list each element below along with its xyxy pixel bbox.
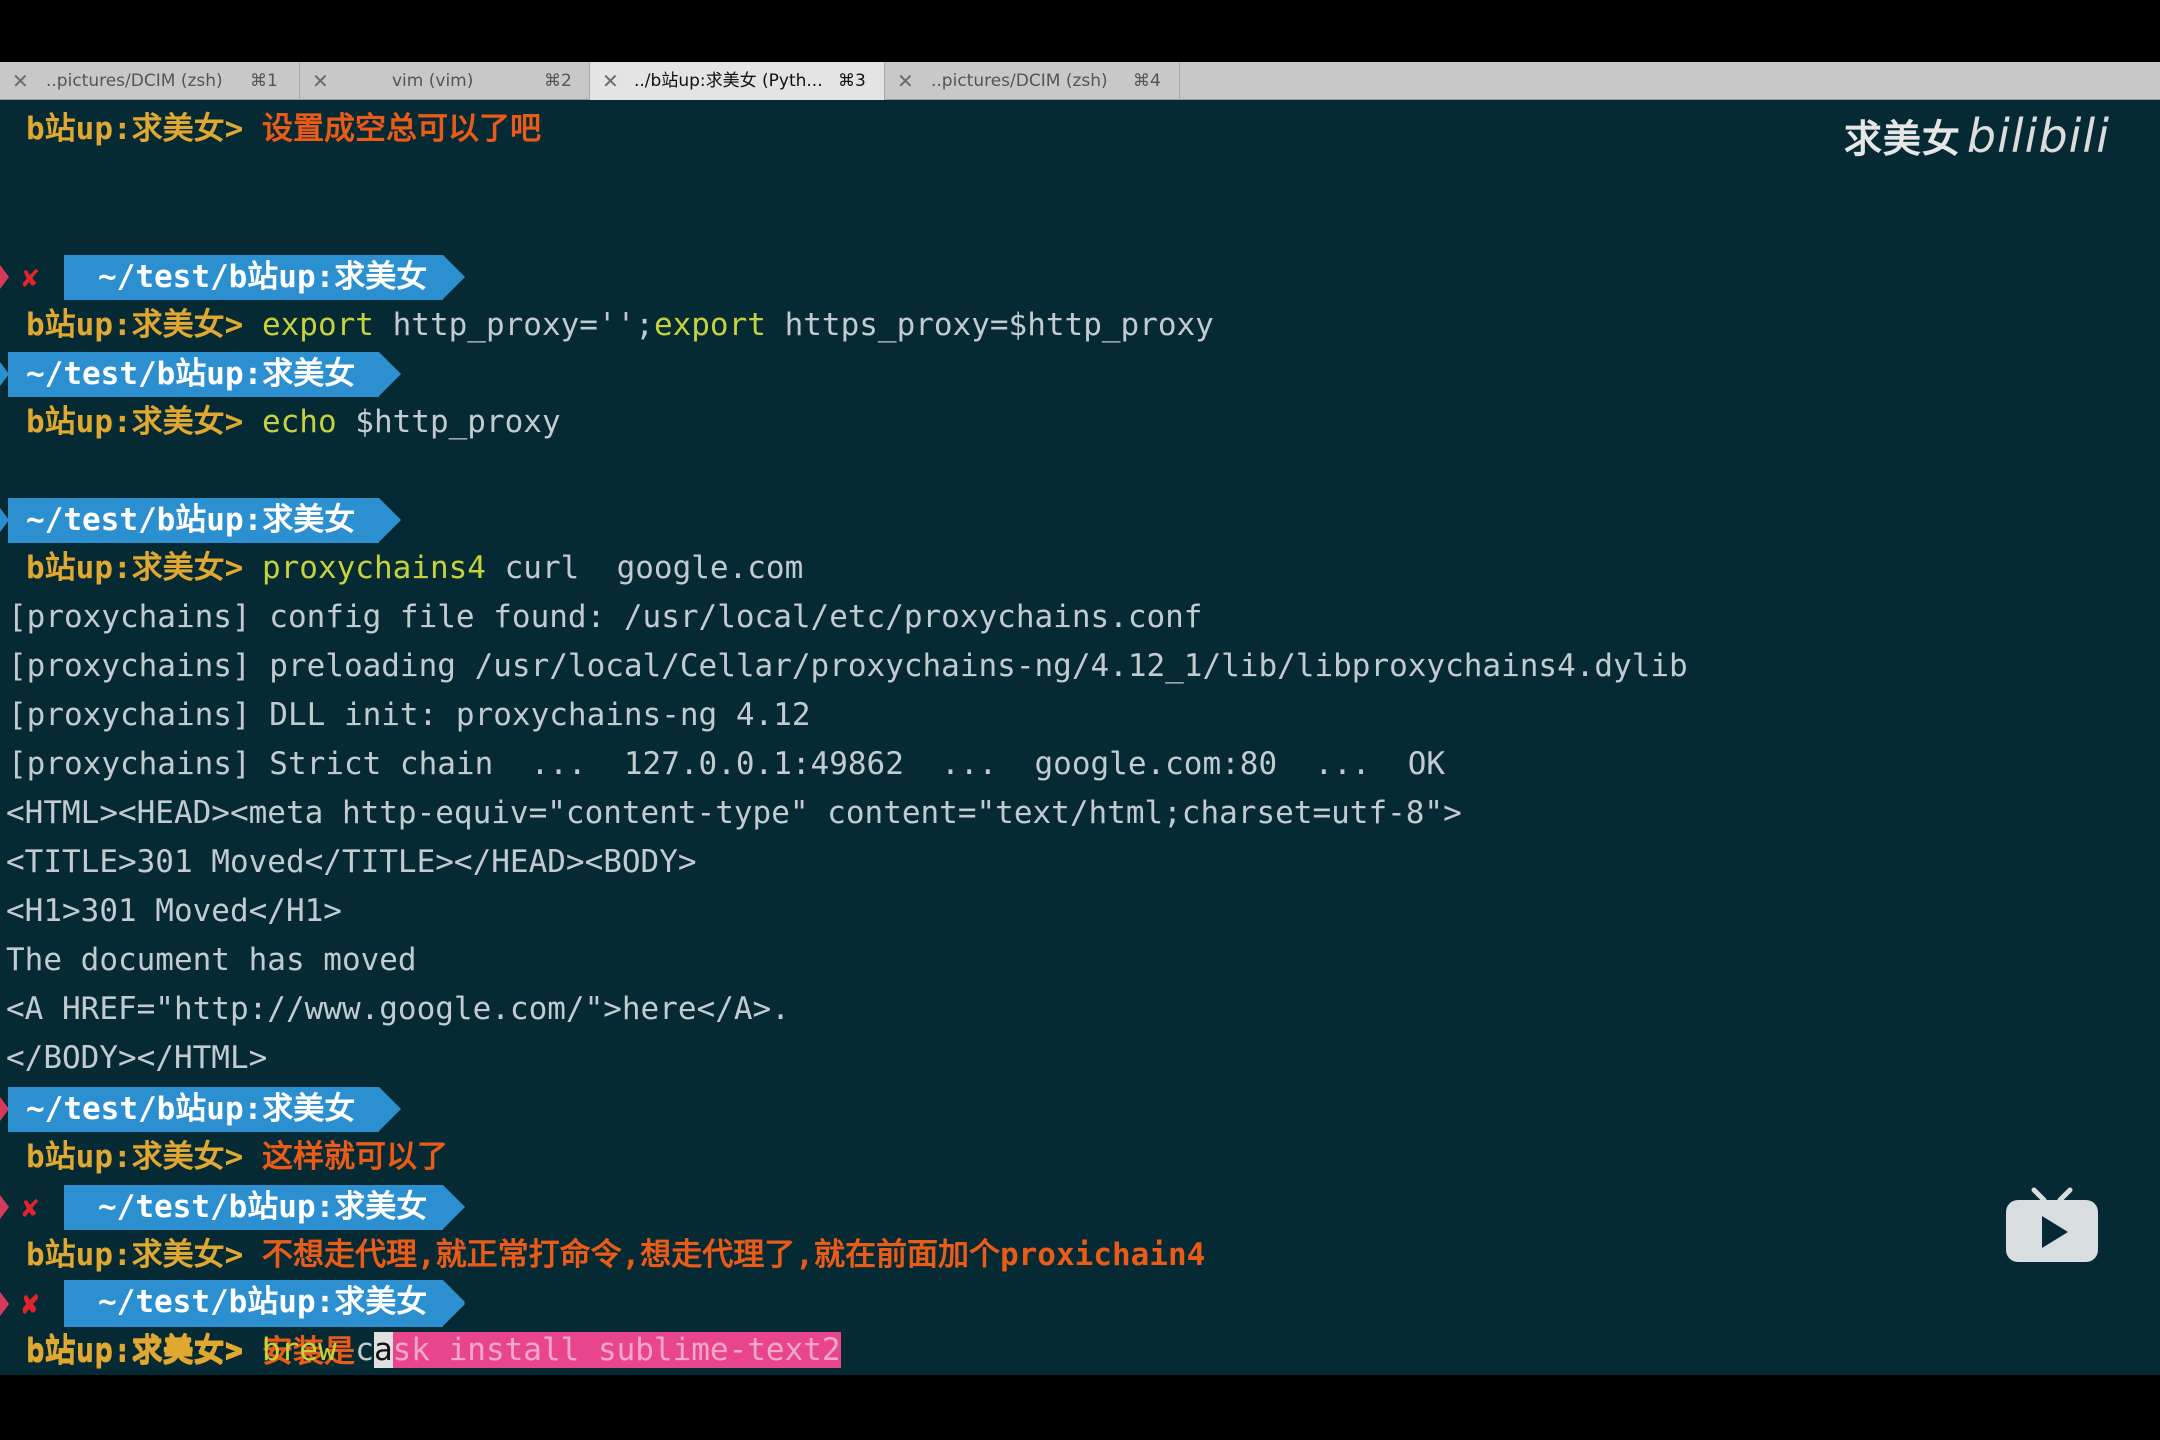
command-text: 设置成空总可以了吧	[261, 111, 541, 147]
close-tab-icon[interactable]: ✕	[12, 62, 29, 100]
command-keyword: proxychains4	[261, 550, 486, 586]
user-prompt: b站up:求美女>	[26, 550, 262, 586]
output-line: </BODY></HTML>	[6, 1040, 268, 1076]
path-segment: ~/test/b站up:求美女	[8, 352, 402, 397]
autosuggestion: sk install sublime-text2	[392, 1332, 841, 1368]
path-segment: ~/test/b站up:求美女	[8, 1087, 402, 1132]
prompt-line-current[interactable]: b站up:求美女> brew cask install sublime-text…	[26, 1326, 2160, 1375]
command-args: $http_proxy	[336, 404, 561, 440]
terminal-output[interactable]: b站up:求美女> 设置成空总可以了吧 ✘ ~/test/b站up:求美女 b站…	[0, 100, 2160, 1375]
command-keyword: export	[261, 307, 374, 343]
tab-3-shortcut: ⌘3	[838, 71, 866, 91]
command-keyword: export	[653, 307, 766, 343]
tab-4-label: ..pictures/DCIM (zsh)	[931, 71, 1108, 91]
watermark-text: 求美女	[1843, 117, 1961, 161]
prompt-line: b站up:求美女> export http_proxy='';export ht…	[26, 301, 2160, 350]
watermark: 求美女 bilibili	[1844, 108, 2110, 163]
close-tab-icon[interactable]: ✕	[897, 62, 914, 100]
path-segment: ~/test/b站up:求美女	[8, 498, 402, 543]
command-args: http_proxy='';	[373, 307, 654, 343]
close-tab-icon[interactable]: ✕	[602, 62, 619, 100]
tab-2-shortcut: ⌘2	[544, 71, 572, 91]
output-line: [proxychains] config file found: /usr/lo…	[8, 599, 1203, 635]
user-prompt: b站up:求美女>	[26, 1139, 262, 1175]
tab-2[interactable]: ✕ vim (vim) ⌘2	[300, 62, 590, 100]
path-segment: ~/test/b站up:求美女	[64, 1185, 466, 1230]
error-icon: ✘	[22, 1286, 39, 1319]
tab-1-shortcut: ⌘1	[250, 71, 278, 91]
tab-bar: ✕ ..pictures/DCIM (zsh) ⌘1 ✕ vim (vim) ⌘…	[0, 62, 2160, 100]
output-line: [proxychains] DLL init: proxychains-ng 4…	[8, 697, 811, 733]
user-prompt: b站up:求美女>	[26, 1237, 262, 1273]
bilibili-logo: bilibili	[1966, 109, 2110, 163]
output-line: [proxychains] preloading /usr/local/Cell…	[8, 648, 1688, 684]
prompt-marker	[0, 265, 9, 289]
output-line: The document has moved	[6, 942, 417, 978]
tab-2-label: vim (vim)	[392, 71, 474, 91]
tab-4-shortcut: ⌘4	[1133, 71, 1161, 91]
command-args: c	[336, 1332, 374, 1368]
text-cursor: a	[373, 1332, 393, 1368]
close-tab-icon[interactable]: ✕	[312, 62, 329, 100]
output-line: <A HREF="http://www.google.com/">here</A…	[6, 991, 790, 1027]
prompt-line: b站up:求美女> 设置成空总可以了吧	[26, 105, 2160, 154]
error-icon: ✘	[22, 261, 39, 294]
command-text: 这样就可以了	[261, 1139, 448, 1175]
prompt-line: b站up:求美女> echo $http_proxy	[26, 398, 2160, 447]
command-keyword: brew	[261, 1332, 337, 1368]
tab-1[interactable]: ✕ ..pictures/DCIM (zsh) ⌘1	[0, 62, 300, 100]
output-line: <TITLE>301 Moved</TITLE></HEAD><BODY>	[6, 844, 697, 880]
output-line: <HTML><HEAD><meta http-equiv="content-ty…	[6, 795, 1462, 831]
prompt-line: b站up:求美女> 这样就可以了	[26, 1133, 2160, 1182]
error-icon: ✘	[22, 1191, 39, 1224]
bilibili-tv-icon[interactable]	[2004, 1186, 2100, 1268]
output-line: <H1>301 Moved</H1>	[6, 893, 342, 929]
prompt-marker	[0, 1292, 9, 1316]
command-args: curl google.com	[485, 550, 804, 586]
user-prompt: b站up:求美女>	[26, 1332, 262, 1368]
user-prompt: b站up:求美女>	[26, 404, 262, 440]
tab-3-label: ../b站up:求美女 (Pyth...	[634, 71, 823, 91]
command-args: https_proxy=$http_proxy	[765, 307, 1214, 343]
user-prompt: b站up:求美女>	[26, 111, 262, 147]
prompt-line: b站up:求美女> 不想走代理,就正常打命令,想走代理了,就在前面加个proxi…	[26, 1231, 2160, 1280]
path-segment: ~/test/b站up:求美女	[64, 255, 466, 300]
command-text: 不想走代理,就正常打命令,想走代理了,就在前面加个proxichain4	[261, 1237, 1206, 1273]
video-bottom-bar	[0, 1375, 2160, 1440]
prompt-marker	[0, 1195, 9, 1219]
output-line: [proxychains] Strict chain ... 127.0.0.1…	[8, 746, 1446, 782]
user-prompt: b站up:求美女>	[26, 307, 262, 343]
path-segment: ~/test/b站up:求美女	[64, 1280, 466, 1325]
tab-1-label: ..pictures/DCIM (zsh)	[46, 71, 223, 91]
tab-4[interactable]: ✕ ..pictures/DCIM (zsh) ⌘4	[885, 62, 1180, 100]
tab-3[interactable]: ✕ ../b站up:求美女 (Pyth... ⌘3	[590, 62, 885, 100]
command-keyword: echo	[261, 404, 337, 440]
prompt-line: b站up:求美女> proxychains4 curl google.com	[26, 544, 2160, 593]
